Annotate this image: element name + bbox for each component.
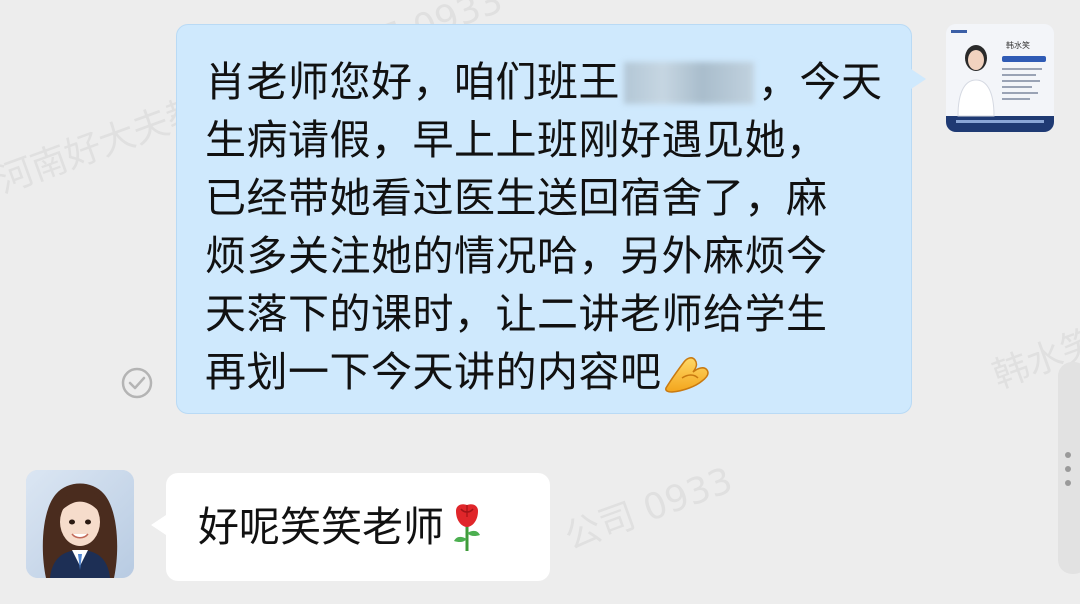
received-message-text: 好呢笑笑老师 [198, 499, 486, 555]
sent-line-1: 肖老师您好，咱们班王 ，今天 [205, 53, 889, 111]
check-circle-icon [121, 367, 153, 399]
scroll-dot [1065, 466, 1071, 472]
sent-line-1-start: 肖老师您好，咱们班王 [205, 58, 620, 106]
watermark-phone-bottom: 公司 0933 [559, 460, 738, 559]
sent-line-5: 天落下的课时，让二讲老师给学生 [205, 290, 828, 338]
received-message-content: 好呢笑笑老师 [198, 503, 444, 551]
profile-card-image: 韩水笑 [946, 24, 1054, 132]
sent-line-1-end: ，今天 [758, 58, 883, 106]
sent-line-4: 烦多关注她的情况哈，另外麻烦今 [205, 232, 828, 280]
receiver-avatar[interactable] [26, 470, 134, 578]
scroll-dot [1065, 480, 1071, 486]
sent-line-2: 生病请假，早上上班刚好遇见她， [205, 116, 828, 164]
scroll-handle[interactable] [1058, 362, 1080, 574]
redacted-name [624, 62, 754, 104]
received-message-bubble[interactable]: 好呢笑笑老师 [151, 473, 550, 581]
sent-line-3: 已经带她看过医生送回宿舍了，麻 [205, 174, 828, 222]
sent-line-6: 再划一下今天讲的内容吧 [205, 343, 889, 401]
rose-icon [454, 504, 480, 551]
scroll-dot [1065, 452, 1071, 458]
sender-avatar[interactable]: 韩水笑 [946, 24, 1054, 132]
receiver-portrait [26, 470, 134, 578]
sent-line-6-text: 再划一下今天讲的内容吧 [205, 348, 662, 396]
sent-message-text: 肖老师您好，咱们班王 ，今天 生病请假，早上上班刚好遇见她， 已经带她看过医生送回… [205, 53, 889, 401]
sent-message-bubble[interactable]: 肖老师您好，咱们班王 ，今天 生病请假，早上上班刚好遇见她， 已经带她看过医生送回… [176, 24, 926, 414]
card-name: 韩水笑 [1006, 40, 1030, 50]
ok-hand-icon [664, 357, 709, 393]
